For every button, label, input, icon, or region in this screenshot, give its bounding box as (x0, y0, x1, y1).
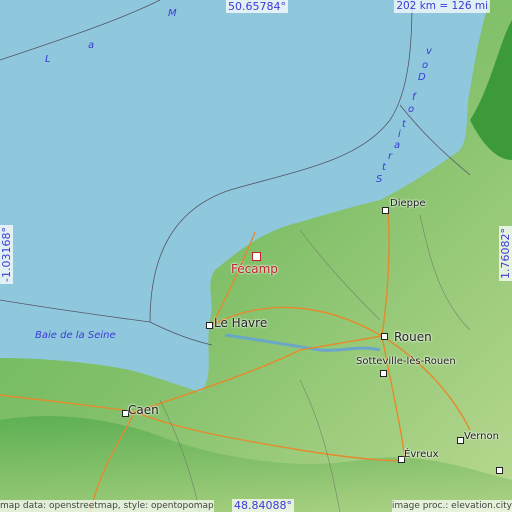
fecamp-marker-icon[interactable] (252, 252, 261, 261)
strait-letter-9: D (418, 72, 426, 83)
strait-letter-11: v (426, 46, 432, 57)
strait-letter-3: r (388, 151, 393, 162)
east-town-marker-icon[interactable] (496, 467, 503, 474)
sotteville-marker-icon[interactable] (380, 370, 387, 377)
east-longitude-label: 1.76082° (499, 226, 512, 281)
strait-letter-4: a (394, 140, 401, 151)
attribution-left: map data: openstreetmap, style: opentopo… (0, 500, 214, 512)
dieppe-marker-icon[interactable] (382, 207, 389, 214)
la-manche-letter-2: a (88, 40, 95, 51)
dieppe-label[interactable]: Dieppe (390, 198, 425, 209)
vernon-label[interactable]: Vernon (464, 431, 499, 442)
strait-letter-6: t (402, 119, 406, 130)
map-canvas[interactable]: L a M S t r a i t o f D o v Baie de la S… (0, 0, 512, 512)
strait-letter-1: S (376, 174, 383, 185)
scale-label: 202 km = 126 mi (394, 0, 490, 13)
fecamp-label[interactable]: Fécamp (231, 262, 278, 276)
strait-letter-10: o (422, 60, 429, 71)
la-manche-letter-3: M (168, 8, 177, 19)
le-havre-label[interactable]: Le Havre (214, 316, 267, 330)
strait-letter-8: f (412, 92, 416, 103)
north-latitude-label: 50.65784° (226, 0, 288, 13)
strait-letter-2: t (382, 162, 386, 173)
attribution-right: image proc.: elevation.city (391, 500, 512, 512)
rouen-label[interactable]: Rouen (394, 330, 432, 344)
vernon-marker-icon[interactable] (457, 437, 464, 444)
le-havre-marker-icon[interactable] (206, 322, 213, 329)
la-manche-letter-1: L (45, 54, 51, 65)
baie-de-la-seine-label: Baie de la Seine (35, 330, 116, 341)
sotteville-label[interactable]: Sotteville-lès-Rouen (356, 356, 456, 367)
south-latitude-label: 48.84088° (232, 499, 294, 512)
strait-letter-5: i (398, 129, 401, 140)
strait-letter-7: o (408, 104, 415, 115)
caen-label[interactable]: Caen (128, 403, 159, 417)
rouen-marker-icon[interactable] (381, 333, 388, 340)
evreux-label[interactable]: Évreux (404, 449, 439, 460)
west-longitude-label: -1.03168° (0, 225, 13, 284)
